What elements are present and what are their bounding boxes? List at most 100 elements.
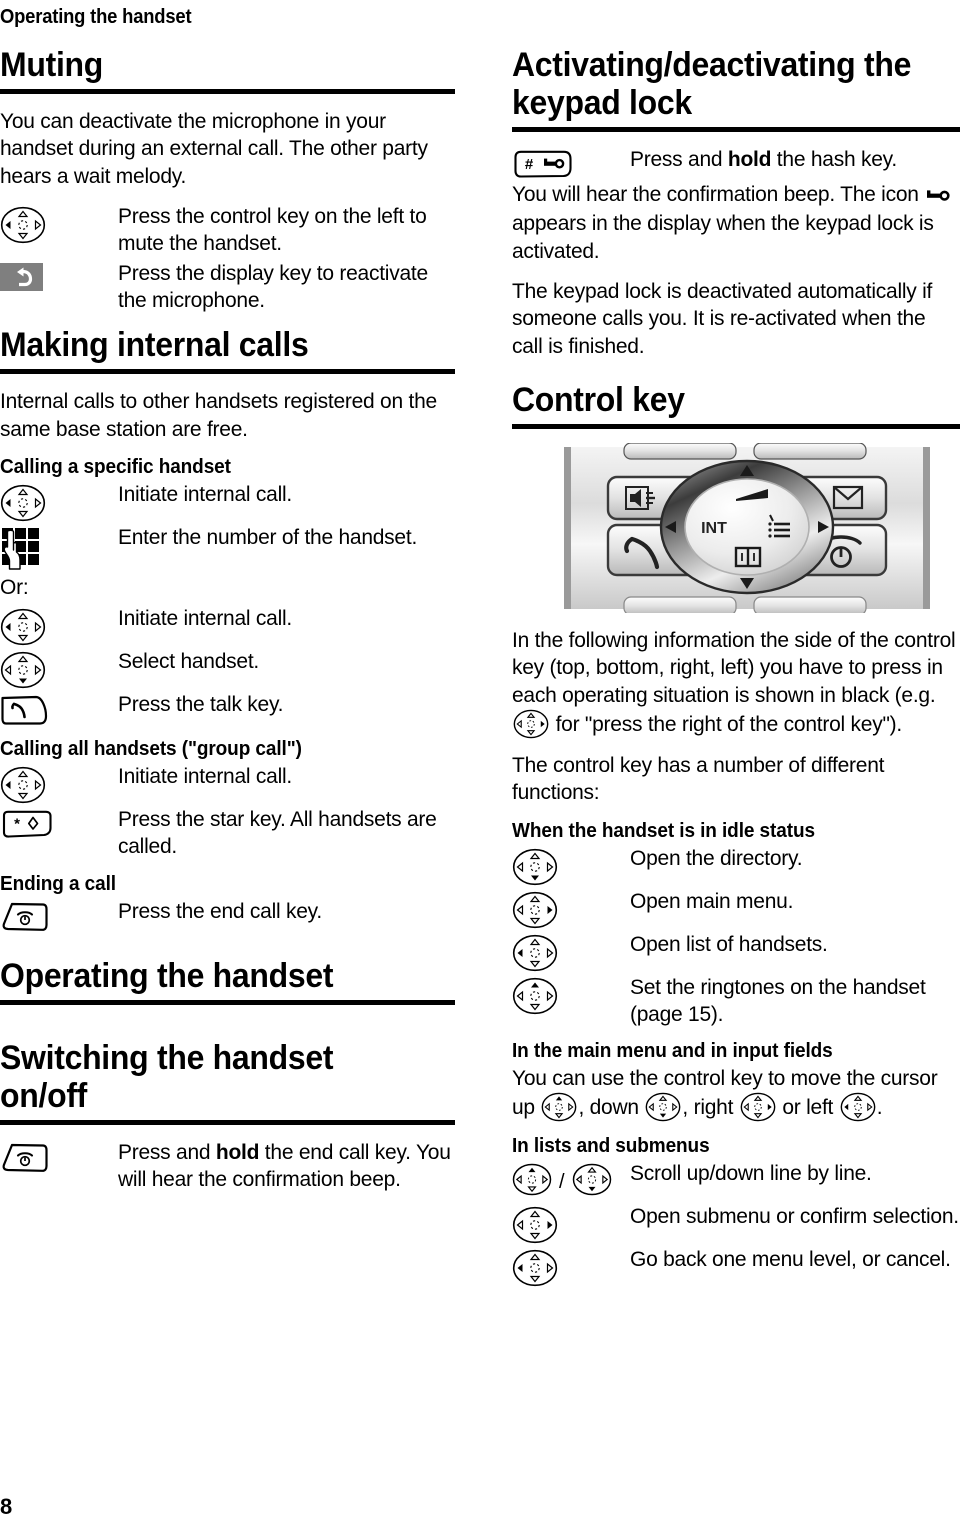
mm-text-e: . — [876, 1096, 883, 1120]
heading-muting: Muting — [0, 46, 104, 84]
control-key-down-icon — [645, 1092, 681, 1122]
control-key-right-icon — [513, 709, 549, 739]
muting-row-display-key: Press the display key to reactivate the … — [0, 260, 455, 315]
heading-rule — [0, 999, 455, 1005]
keypadlock-para-1: You will hear the confirmation beep. The… — [512, 181, 960, 265]
specific2-row-select: Select handset. — [0, 648, 455, 689]
control-key-up-icon — [541, 1092, 577, 1122]
groupcall-row-star-text: Press the star key. All handsets are cal… — [118, 808, 437, 859]
switching-row-endcall-text: Press and hold the end call key. You wil… — [118, 1139, 455, 1194]
switching-text-a: Press and — [118, 1140, 216, 1164]
lists-row-submenu: Open submenu or confirm selection. — [512, 1203, 960, 1244]
page-number: 8 — [0, 1494, 13, 1519]
idle-row-main-menu-text: Open main menu. — [630, 889, 794, 913]
idle-row-list-handsets: Open list of handsets. — [512, 931, 960, 972]
specific2-row-initiate-text: Initiate internal call. — [118, 607, 293, 631]
heading-rule — [0, 1119, 455, 1125]
svg-text:#: # — [525, 156, 534, 173]
control-key-para-1: In the following information the side of… — [512, 627, 960, 739]
icon-separator: / — [559, 1171, 565, 1194]
heading-rule — [512, 424, 960, 430]
hash-key-icon: # — [512, 146, 630, 179]
specific2-row-initiate: Initiate internal call. — [0, 605, 455, 646]
control-key-down-icon — [572, 1163, 612, 1201]
keypadlock-row-hash-text: Press and hold the hash key. — [630, 146, 960, 173]
control-key-up-icon — [512, 974, 630, 1015]
control-key-left-icon — [0, 763, 118, 804]
end-call-key-icon — [0, 1139, 118, 1174]
heading-rule — [0, 369, 455, 375]
muting-row-display-key-text: Press the display key to reactivate the … — [118, 261, 428, 312]
ending-row-endcall-text: Press the end call key. — [118, 899, 322, 923]
muting-row-control-key-text: Press the control key on the left to mut… — [118, 204, 427, 256]
display-key-back-icon — [0, 260, 118, 291]
groupcall-row-star: * Press the star key. All handsets are c… — [0, 806, 455, 861]
mm-text-d: or left — [776, 1096, 839, 1120]
control-key-left-icon — [840, 1092, 876, 1122]
idle-row-main-menu: Open main menu. — [512, 888, 960, 929]
manual-page: Operating the handset Muting You can dea… — [0, 0, 960, 1534]
idle-row-directory-text: Open the directory. — [630, 846, 803, 870]
hash-text-b: the hash key. — [771, 148, 897, 172]
end-call-key-icon — [0, 898, 118, 933]
lists-row-back: Go back one menu level, or cancel. — [512, 1246, 960, 1287]
control-key-left-icon — [512, 931, 630, 972]
lists-row-back-text: Go back one menu level, or cancel. — [630, 1248, 951, 1272]
idle-row-directory: Open the directory. — [512, 845, 960, 886]
muting-intro: You can deactivate the microphone in you… — [0, 110, 428, 188]
specific2-row-talk: Press the talk key. — [0, 691, 455, 726]
subheading-main-menu-input-fields: In the main menu and in input fields — [512, 1040, 833, 1063]
specific-row-initiate-text: Initiate internal call. — [118, 482, 293, 506]
keypad-icon — [0, 524, 118, 571]
subheading-calling-specific-handset: Calling a specific handset — [0, 455, 231, 478]
subheading-lists-submenus: In lists and submenus — [512, 1135, 710, 1158]
internal-calls-intro: Internal calls to other handsets registe… — [0, 390, 437, 441]
keypadlock-row-hash: # Press and hold the hash key. — [512, 146, 960, 179]
keypadlock-para1-a: You will hear the confirmation beep. The… — [512, 183, 925, 207]
heading-making-internal-calls: Making internal calls — [0, 326, 309, 365]
svg-text:*: * — [14, 816, 20, 833]
subheading-ending-a-call: Ending a call — [0, 872, 116, 895]
ck-para1-b: for "press the right of the control key"… — [550, 712, 903, 736]
hash-text-a: Press and — [630, 148, 728, 172]
ending-row-endcall: Press the end call key. — [0, 898, 455, 933]
right-column: Activating/deactivating the keypad lock … — [512, 46, 960, 1289]
groupcall-row-initiate-text: Initiate internal call. — [118, 765, 293, 789]
control-key-int-label: INT — [701, 520, 727, 537]
mm-text-c: , right — [682, 1096, 739, 1120]
or-label: Or: — [0, 575, 29, 599]
control-key-down-icon — [512, 845, 630, 886]
control-key-left-icon — [0, 481, 118, 522]
main-menu-para: You can use the control key to move the … — [512, 1065, 960, 1122]
specific-row-initiate: Initiate internal call. — [0, 481, 455, 522]
control-key-right-icon — [512, 888, 630, 929]
talk-key-icon — [0, 691, 118, 726]
specific2-row-talk-text: Press the talk key. — [118, 693, 284, 717]
switching-row-endcall: Press and hold the end call key. You wil… — [0, 1139, 455, 1194]
control-key-right-icon — [740, 1092, 776, 1122]
keypadlock-para-2: The keypad lock is deactivated automatic… — [512, 280, 933, 358]
key-lock-icon — [926, 183, 952, 210]
heading-operating-the-handset: Operating the handset — [0, 956, 334, 995]
star-key-icon: * — [0, 806, 118, 839]
hash-text-bold: hold — [727, 148, 772, 172]
switching-text-bold: hold — [215, 1140, 260, 1164]
lists-row-scroll-text: Scroll up/down line by line. — [630, 1162, 872, 1186]
specific-row-enter-number: Enter the number of the handset. — [0, 524, 455, 571]
ck-para1-a: In the following information the side of… — [512, 629, 956, 707]
muting-row-control-key: Press the control key on the left to mut… — [0, 203, 455, 258]
control-key-down-icon — [0, 648, 118, 689]
specific2-row-select-text: Select handset. — [118, 650, 260, 674]
heading-control-key: Control key — [512, 380, 685, 419]
control-key-up-icon — [512, 1163, 552, 1201]
subheading-calling-all-handsets: Calling all handsets ("group call") — [0, 738, 302, 761]
heading-rule — [512, 127, 960, 133]
idle-row-list-handsets-text: Open list of handsets. — [630, 932, 828, 956]
heading-rule — [0, 89, 455, 95]
idle-row-ringtones: Set the ringtones on the handset (page 1… — [512, 974, 960, 1029]
mm-text-b: , down — [578, 1096, 645, 1120]
control-key-photo: INT — [546, 443, 948, 614]
specific-row-enter-number-text: Enter the number of the handset. — [118, 525, 418, 549]
control-key-up-down-pair: / — [512, 1160, 630, 1201]
idle-row-ringtones-text: Set the ringtones on the handset (page 1… — [630, 975, 926, 1026]
